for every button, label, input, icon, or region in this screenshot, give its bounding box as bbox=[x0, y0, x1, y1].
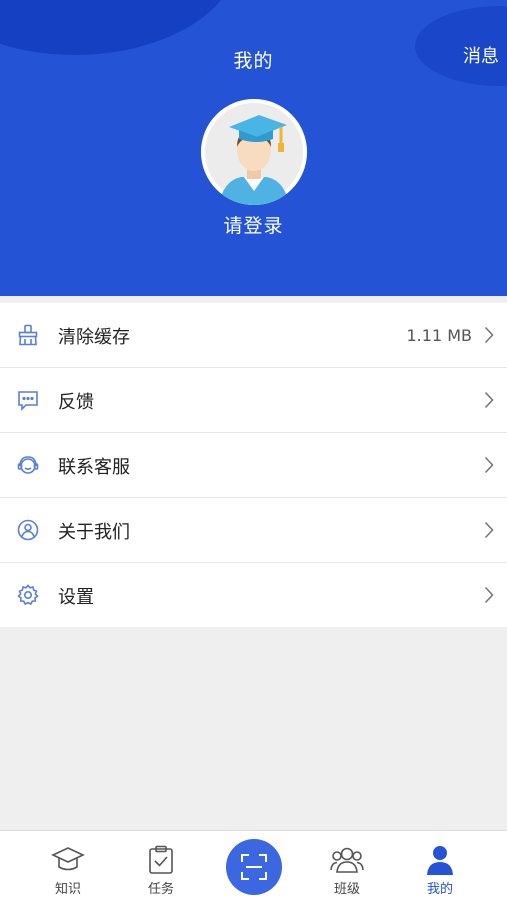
clipboard-check-icon bbox=[149, 845, 173, 874]
menu-item-clear-cache[interactable]: 清除缓存 1.11 MB bbox=[0, 303, 507, 368]
gear-icon bbox=[17, 584, 39, 606]
tab-label: 班级 bbox=[333, 882, 360, 897]
settings-menu: 清除缓存 1.11 MB 反馈 联系客服 关于我们 设置 bbox=[0, 303, 507, 627]
messages-link[interactable]: 消息 bbox=[463, 42, 499, 68]
chevron-right-icon bbox=[484, 456, 494, 474]
customer-service-icon bbox=[17, 456, 39, 474]
menu-item-label: 反馈 bbox=[58, 392, 94, 413]
tab-class[interactable]: 班级 bbox=[307, 831, 387, 901]
broom-icon bbox=[18, 324, 38, 346]
avatar[interactable] bbox=[201, 99, 307, 205]
chevron-right-icon bbox=[484, 521, 494, 539]
graduate-avatar-icon bbox=[201, 99, 307, 205]
graduation-cap-icon bbox=[51, 847, 85, 871]
tab-tasks[interactable]: 任务 bbox=[121, 831, 201, 901]
menu-item-customer-service[interactable]: 联系客服 bbox=[0, 433, 507, 498]
tab-label: 任务 bbox=[147, 882, 174, 897]
page-title: 我的 bbox=[233, 50, 274, 72]
menu-item-label: 清除缓存 bbox=[58, 327, 130, 348]
menu-item-label: 联系客服 bbox=[58, 457, 130, 478]
menu-item-feedback[interactable]: 反馈 bbox=[0, 368, 507, 433]
tab-mine[interactable]: 我的 bbox=[400, 831, 480, 901]
profile-header: 我的 消息 请登录 bbox=[0, 0, 507, 296]
menu-item-label: 关于我们 bbox=[58, 522, 130, 543]
group-icon bbox=[330, 847, 364, 873]
login-link[interactable]: 请登录 bbox=[0, 211, 507, 238]
chevron-right-icon bbox=[484, 391, 494, 409]
menu-item-about-us[interactable]: 关于我们 bbox=[0, 498, 507, 563]
chevron-right-icon bbox=[484, 586, 494, 604]
chevron-right-icon bbox=[484, 326, 494, 344]
tab-label: 我的 bbox=[426, 882, 453, 897]
menu-item-label: 设置 bbox=[58, 587, 94, 608]
cache-size-value: 1.11 MB bbox=[406, 326, 473, 345]
menu-item-settings[interactable]: 设置 bbox=[0, 563, 507, 627]
tab-knowledge[interactable]: 知识 bbox=[28, 831, 108, 901]
bottom-tab-bar: 知识 任务 班级 我的 bbox=[0, 830, 507, 901]
scan-icon bbox=[241, 854, 267, 880]
about-user-icon bbox=[17, 519, 39, 541]
feedback-chat-icon bbox=[18, 391, 38, 411]
scan-button[interactable] bbox=[226, 839, 282, 895]
person-icon bbox=[427, 846, 453, 875]
tab-label: 知识 bbox=[54, 882, 81, 897]
